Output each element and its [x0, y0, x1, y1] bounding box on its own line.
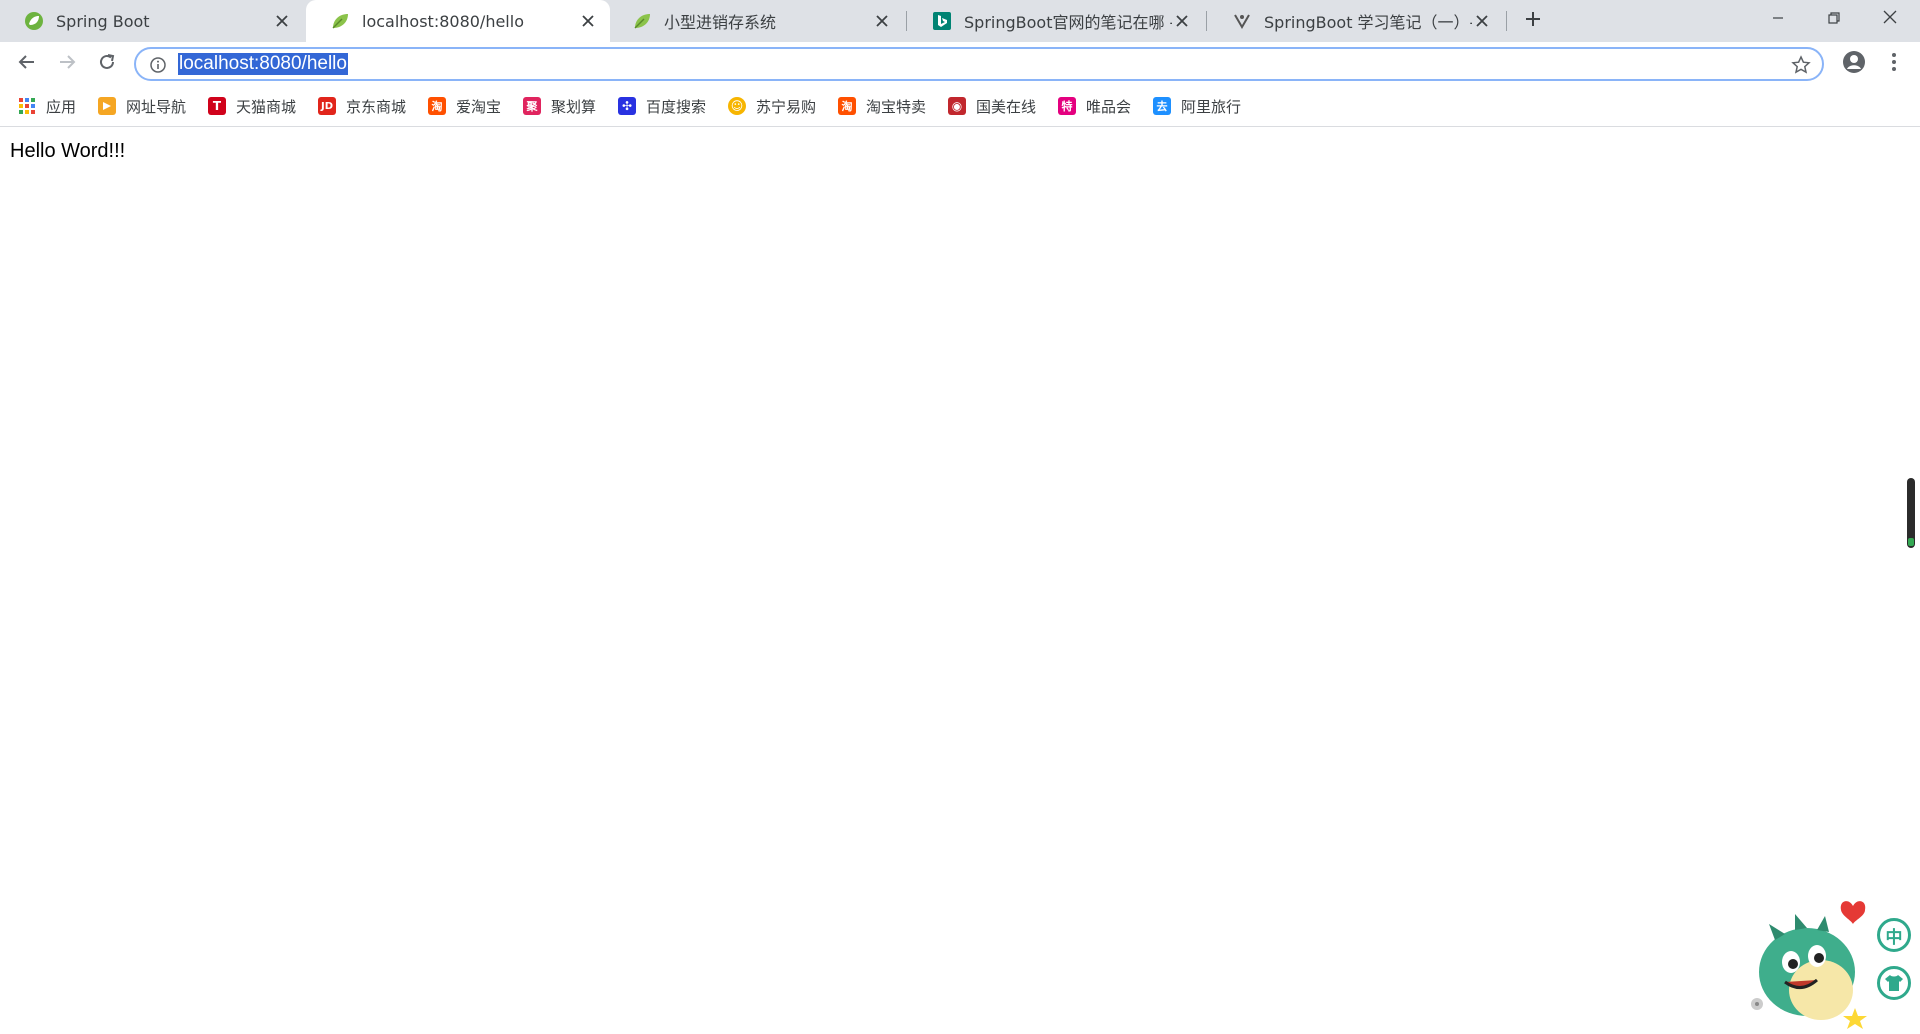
- tab-title: Spring Boot: [56, 11, 150, 31]
- taobao-sale-icon: 淘: [838, 97, 856, 115]
- address-bar[interactable]: localhost:8080/hello: [134, 47, 1824, 81]
- minimize-button[interactable]: [1750, 0, 1806, 36]
- browser-menu-button[interactable]: [1880, 48, 1908, 80]
- spring-leaf-icon: [24, 11, 44, 31]
- scrollbar-thumb[interactable]: [1907, 478, 1915, 548]
- bookmark-url-nav[interactable]: 网址导航: [98, 94, 186, 118]
- close-icon[interactable]: [1172, 11, 1192, 31]
- shirt-icon[interactable]: [1877, 966, 1911, 1000]
- bookmark-label: 网址导航: [126, 97, 187, 116]
- account-circle-icon: [1842, 50, 1866, 78]
- profile-button[interactable]: [1838, 48, 1870, 80]
- site-logo-icon: [1232, 11, 1252, 31]
- tab-title: SpringBoot官网的笔记在哪 - 国: [964, 13, 1172, 32]
- suning-icon: ☺: [728, 97, 746, 115]
- spring-leaf-icon: [632, 11, 652, 31]
- bookmark-apps[interactable]: 应用: [18, 94, 76, 118]
- tab-title: localhost:8080/hello: [362, 11, 524, 31]
- bookmark-label: 苏宁易购: [756, 97, 817, 116]
- bookmark-label: 国美在线: [976, 97, 1037, 116]
- tab-title: SpringBoot 学习笔记（一）- 优: [1264, 13, 1472, 32]
- star-icon[interactable]: [1790, 54, 1812, 76]
- tab-strip: Spring Boot localhost:8080/hello 小型进销存系统…: [0, 0, 1920, 42]
- bookmark-juhuasuan[interactable]: 聚 聚划算: [523, 94, 596, 118]
- bookmark-label: 爱淘宝: [456, 97, 502, 116]
- address-url-text[interactable]: localhost:8080/hello: [178, 53, 348, 75]
- close-icon[interactable]: [578, 11, 598, 31]
- close-icon[interactable]: [272, 11, 292, 31]
- bookmark-label: 京东商城: [346, 97, 407, 116]
- info-icon[interactable]: [148, 55, 168, 75]
- bookmark-label: 天猫商城: [236, 97, 297, 116]
- minimize-icon: [1772, 9, 1784, 28]
- back-arrow-icon: [18, 53, 36, 75]
- close-icon[interactable]: [872, 11, 892, 31]
- forward-button[interactable]: [51, 48, 83, 80]
- gome-icon: ◉: [948, 97, 966, 115]
- bookmark-label: 应用: [46, 97, 77, 116]
- alitrip-icon: 去: [1153, 97, 1171, 115]
- tab-separator: [1206, 11, 1207, 31]
- restore-icon: [1828, 9, 1840, 28]
- nav-icon: [98, 97, 116, 115]
- browser-toolbar: localhost:8080/hello: [0, 42, 1920, 86]
- bookmark-label: 淘宝特卖: [866, 97, 927, 116]
- apps-grid-icon: [18, 97, 36, 115]
- bookmark-jd[interactable]: JD 京东商城: [318, 94, 406, 118]
- juhuasuan-icon: 聚: [523, 97, 541, 115]
- tab-localhost-hello[interactable]: localhost:8080/hello: [306, 0, 610, 42]
- new-tab-button[interactable]: [1520, 8, 1546, 34]
- close-icon[interactable]: [1472, 11, 1492, 31]
- bing-icon: [932, 11, 952, 31]
- vip-icon: 特: [1058, 97, 1076, 115]
- back-button[interactable]: [11, 48, 43, 80]
- bookmark-taobao-sale[interactable]: 淘 淘宝特卖: [838, 94, 926, 118]
- spring-leaf-icon: [330, 11, 350, 31]
- dinosaur-mascot-icon[interactable]: [1745, 890, 1875, 1030]
- tab-bing-search[interactable]: SpringBoot官网的笔记在哪 - 国: [908, 0, 1204, 42]
- bookmark-label: 阿里旅行: [1181, 97, 1242, 116]
- bookmark-ai-taobao[interactable]: 淘 爱淘宝: [428, 94, 501, 118]
- tab-springboot-notes[interactable]: SpringBoot 学习笔记（一）- 优: [1208, 0, 1504, 42]
- language-toggle-button[interactable]: 中: [1877, 918, 1911, 952]
- kebab-menu-icon: [1891, 52, 1897, 76]
- bookmark-alitrip[interactable]: 去 阿里旅行: [1153, 94, 1241, 118]
- bookmark-label: 唯品会: [1086, 97, 1132, 116]
- bookmark-label: 聚划算: [551, 97, 597, 116]
- bookmark-tmall[interactable]: T 天猫商城: [208, 94, 296, 118]
- forward-arrow-icon: [58, 53, 76, 75]
- tab-spring-boot[interactable]: Spring Boot: [0, 0, 304, 42]
- bookmark-baidu[interactable]: ✣ 百度搜索: [618, 94, 706, 118]
- jd-icon: JD: [318, 97, 336, 115]
- page-body-text: Hello Word!!!: [10, 140, 126, 162]
- window-close-button[interactable]: [1862, 0, 1918, 36]
- tmall-icon: T: [208, 97, 226, 115]
- tab-separator: [1506, 11, 1507, 31]
- bookmark-vip[interactable]: 特 唯品会: [1058, 94, 1131, 118]
- restore-button[interactable]: [1806, 0, 1862, 36]
- bookmark-gome[interactable]: ◉ 国美在线: [948, 94, 1036, 118]
- baidu-icon: ✣: [618, 97, 636, 115]
- tab-inventory-system[interactable]: 小型进销存系统: [608, 0, 904, 42]
- close-icon: [1883, 9, 1897, 28]
- bookmark-label: 百度搜索: [646, 97, 707, 116]
- plus-icon: [1525, 11, 1541, 31]
- tab-separator: [906, 11, 907, 31]
- reload-button[interactable]: [91, 48, 123, 80]
- bookmark-suning[interactable]: ☺ 苏宁易购: [728, 94, 816, 118]
- reload-icon: [98, 53, 116, 75]
- taobao-icon: 淘: [428, 97, 446, 115]
- tab-title: 小型进销存系统: [664, 13, 777, 32]
- scrollbar-indicator: [1908, 538, 1914, 546]
- bookmarks-bar: 应用 网址导航 T 天猫商城 JD 京东商城 淘 爱淘宝 聚 聚划算 ✣ 百度搜…: [0, 86, 1920, 127]
